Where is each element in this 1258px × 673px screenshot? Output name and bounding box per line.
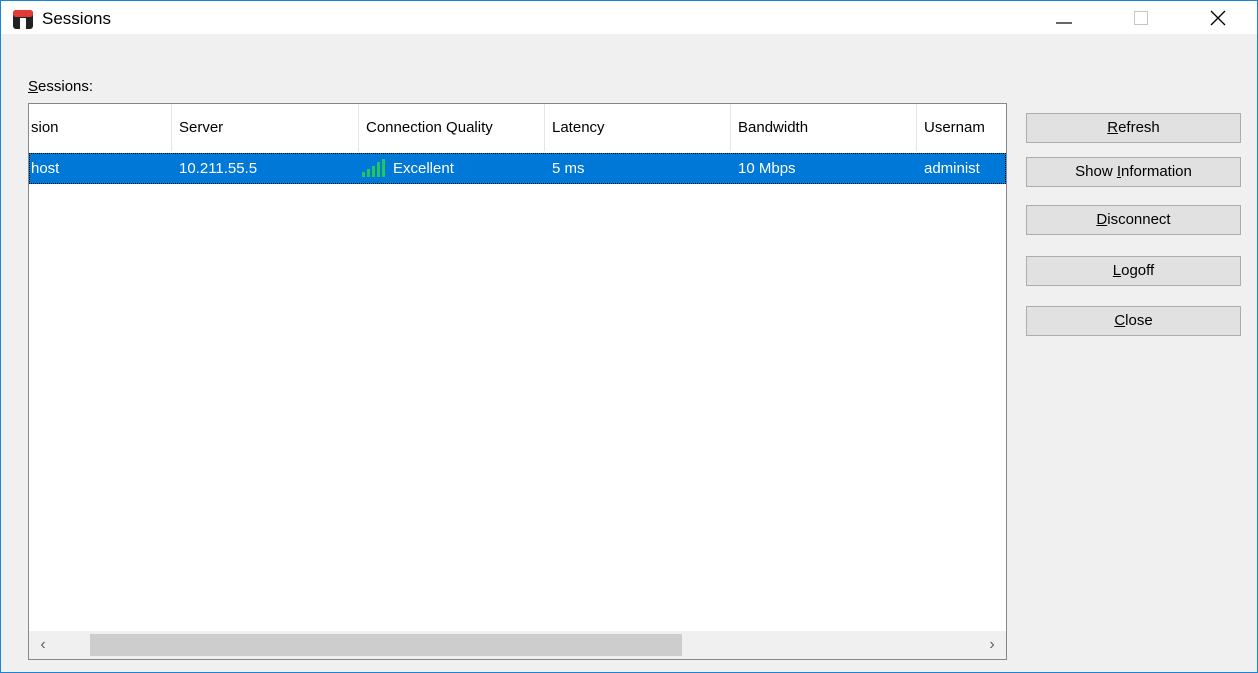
cell-latency: 5 ms	[552, 160, 585, 177]
sessions-label-text: essions:	[38, 78, 94, 95]
column-header-session[interactable]: sion	[29, 104, 172, 151]
column-header-username[interactable]: Usernam	[917, 104, 1006, 151]
minimize-icon	[1056, 22, 1072, 24]
app-icon	[13, 10, 33, 29]
disconnect-button-mnemonic: D	[1096, 211, 1108, 228]
logoff-button[interactable]: Logoff	[1026, 256, 1241, 286]
disconnect-button-label: isconnect	[1107, 211, 1171, 228]
scroll-left-arrow[interactable]: ‹	[29, 631, 57, 659]
refresh-button-label: efresh	[1118, 119, 1160, 136]
close-button-label: lose	[1125, 312, 1153, 329]
cell-username: administ	[924, 160, 980, 177]
show-information-button-label: nformation	[1121, 163, 1192, 180]
cell-connection-quality: Excellent	[359, 153, 545, 184]
signal-bars-icon	[362, 158, 385, 177]
show-information-button[interactable]: Show Information	[1026, 157, 1241, 187]
column-header-connection-quality[interactable]: Connection Quality	[359, 104, 545, 151]
cell-bandwidth: 10 Mbps	[738, 160, 796, 177]
maximize-button[interactable]	[1118, 1, 1164, 34]
column-header-row: sion Server Connection Quality Latency B…	[29, 104, 1006, 151]
horizontal-scrollbar[interactable]: ‹ ›	[29, 631, 1006, 659]
window-title: Sessions	[42, 9, 111, 28]
column-header-latency[interactable]: Latency	[545, 104, 731, 151]
cell-server: 10.211.55.5	[179, 160, 258, 177]
scroll-right-arrow[interactable]: ›	[978, 631, 1006, 659]
sessions-label: Sessions:	[28, 78, 93, 96]
scroll-thumb[interactable]	[90, 634, 682, 656]
close-button[interactable]: Close	[1026, 306, 1241, 336]
minimize-button[interactable]	[1041, 1, 1087, 34]
table-row[interactable]: host 10.211.55.5 Excellent 5 ms 10 Mbps …	[29, 153, 1006, 184]
close-button-mnemonic: C	[1114, 312, 1126, 329]
sessions-list[interactable]: sion Server Connection Quality Latency B…	[28, 103, 1007, 660]
column-header-server[interactable]: Server	[172, 104, 359, 151]
disconnect-button[interactable]: Disconnect	[1026, 205, 1241, 235]
cell-session: host	[31, 160, 60, 177]
refresh-button[interactable]: Refresh	[1026, 113, 1241, 143]
title-bar[interactable]: Sessions	[1, 1, 1257, 34]
close-window-button[interactable]	[1195, 1, 1241, 34]
sessions-label-mnemonic: S	[28, 78, 39, 95]
column-header-bandwidth[interactable]: Bandwidth	[731, 104, 917, 151]
quality-text: Excellent	[393, 160, 454, 177]
maximize-icon	[1134, 11, 1148, 25]
show-information-button-pre: Show	[1075, 163, 1117, 180]
refresh-button-mnemonic: R	[1107, 119, 1119, 136]
logoff-button-mnemonic: L	[1112, 262, 1122, 279]
sessions-window: Sessions Sessions: sion Server Connectio…	[0, 0, 1258, 673]
logoff-button-label: ogoff	[1121, 262, 1155, 279]
close-icon	[1210, 10, 1226, 26]
